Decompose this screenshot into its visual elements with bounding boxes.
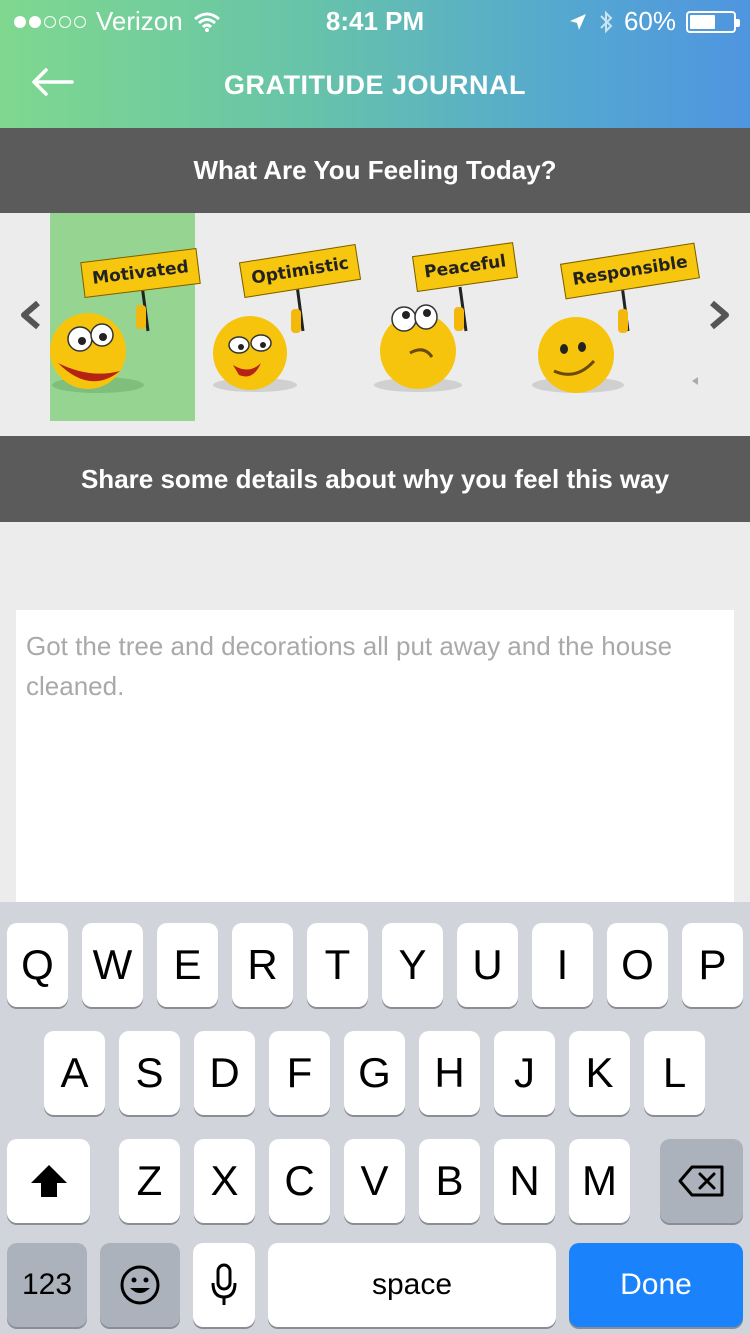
key-v[interactable]: V — [344, 1139, 405, 1223]
location-arrow-icon — [569, 13, 586, 30]
key-l[interactable]: L — [644, 1031, 705, 1115]
chevron-left-icon[interactable] — [12, 295, 52, 335]
page-title: GRATITUDE JOURNAL — [224, 70, 526, 100]
feeling-section-title: What Are You Feeling Today? — [193, 155, 557, 185]
emoji-responsible-icon — [532, 284, 698, 393]
battery-percent: 60% — [623, 6, 676, 36]
nav-bar: GRATITUDE JOURNAL — [0, 40, 750, 128]
backspace-key[interactable] — [660, 1139, 743, 1223]
done-key[interactable]: Done — [569, 1243, 743, 1327]
chevron-right-icon[interactable] — [698, 295, 738, 335]
key-x[interactable]: X — [194, 1139, 255, 1223]
emoji-optimistic-icon — [213, 284, 305, 392]
status-right: 60% — [568, 6, 740, 37]
key-y[interactable]: Y — [382, 923, 443, 1007]
space-key[interactable]: space — [268, 1243, 556, 1327]
key-b[interactable]: B — [419, 1139, 480, 1223]
key-o[interactable]: O — [607, 923, 668, 1007]
key-a[interactable]: A — [44, 1031, 105, 1115]
dictation-key[interactable] — [193, 1243, 255, 1327]
key-i[interactable]: I — [532, 923, 593, 1007]
on-screen-keyboard: Q W E R T Y U I O P A S D F G H J K L Z … — [0, 902, 750, 1334]
numbers-key[interactable]: 123 — [7, 1243, 87, 1327]
mood-option-optimistic[interactable]: Optimistic — [203, 213, 362, 421]
mood-option-responsible[interactable]: Responsible — [530, 213, 701, 421]
status-bar: Verizon 8:41 PM 60% — [0, 0, 750, 40]
feeling-section-header: What Are You Feeling Today? — [0, 128, 750, 213]
journal-entry-input[interactable]: Got the tree and decorations all put awa… — [16, 610, 734, 910]
journal-entry-placeholder: Got the tree and decorations all put awa… — [26, 631, 673, 701]
smiley-face-icon — [120, 1265, 160, 1305]
key-e[interactable]: E — [157, 923, 218, 1007]
key-t[interactable]: T — [307, 923, 368, 1007]
battery-fill — [690, 14, 716, 29]
mood-option-peaceful[interactable]: Peaceful — [370, 213, 519, 421]
microphone-icon — [211, 1263, 237, 1305]
key-q[interactable]: Q — [7, 923, 68, 1007]
key-k[interactable]: K — [569, 1031, 630, 1115]
mood-option-motivated[interactable]: Motivated — [50, 213, 201, 421]
key-g[interactable]: G — [344, 1031, 405, 1115]
app-header: Verizon 8:41 PM 60% GRATITUDE JOURNAL — [0, 0, 750, 128]
mood-carousel: Motivated Optimistic Peaceful Responsibl… — [0, 213, 750, 436]
details-section-header: Share some details about why you feel th… — [0, 436, 750, 522]
shift-key[interactable] — [7, 1139, 90, 1223]
key-r[interactable]: R — [232, 923, 293, 1007]
key-w[interactable]: W — [82, 923, 143, 1007]
key-s[interactable]: S — [119, 1031, 180, 1115]
key-h[interactable]: H — [419, 1031, 480, 1115]
key-z[interactable]: Z — [119, 1139, 180, 1223]
key-f[interactable]: F — [269, 1031, 330, 1115]
key-d[interactable]: D — [194, 1031, 255, 1115]
key-c[interactable]: C — [269, 1139, 330, 1223]
battery-icon — [686, 10, 740, 33]
details-section-title: Share some details about why you feel th… — [80, 463, 670, 494]
bluetooth-icon — [600, 10, 613, 33]
shift-arrow-icon — [30, 1165, 67, 1197]
emoji-motivated-icon — [50, 284, 150, 393]
key-p[interactable]: P — [682, 923, 743, 1007]
backspace-icon — [678, 1165, 723, 1197]
key-j[interactable]: J — [494, 1031, 555, 1115]
key-m[interactable]: M — [569, 1139, 630, 1223]
emoji-key[interactable] — [100, 1243, 180, 1327]
key-u[interactable]: U — [457, 923, 518, 1007]
key-n[interactable]: N — [494, 1139, 555, 1223]
